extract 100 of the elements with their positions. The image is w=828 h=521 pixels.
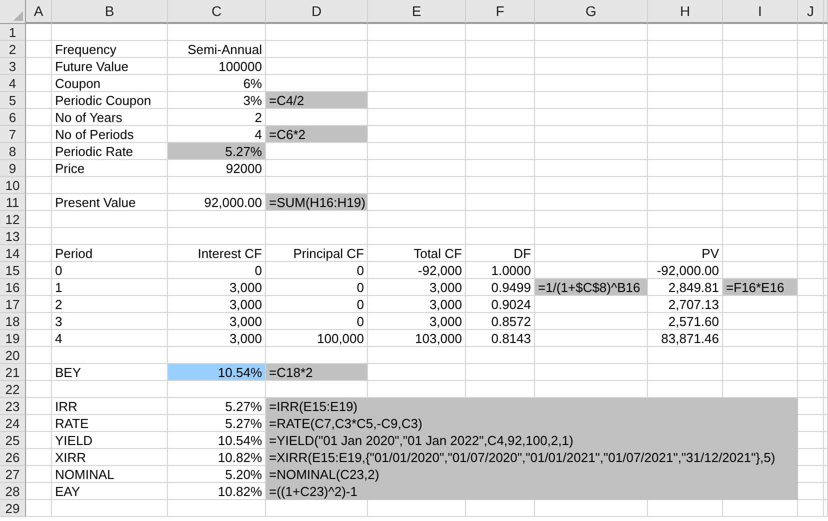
empty-cell [466,109,535,126]
empty-cell [466,41,535,58]
row-header[interactable]: 26 [0,449,26,466]
row-header[interactable]: 2 [0,41,26,58]
column-header[interactable]: H [648,0,723,24]
empty-cell [798,109,824,126]
table-cell: 3 [52,313,168,330]
row-header[interactable]: 5 [0,92,26,109]
table-cell: 103,000 [368,330,466,347]
empty-cell [466,126,535,143]
row-header[interactable]: 4 [0,75,26,92]
table-cell: 6% [168,75,266,92]
empty-cell [798,211,824,228]
empty-cell [466,160,535,177]
row-header[interactable]: 3 [0,58,26,75]
empty-cell [466,58,535,75]
empty-cell [798,194,824,211]
table-cell: 100000 [168,58,266,75]
table-cell: 0.8143 [466,330,535,347]
row-header[interactable]: 6 [0,109,26,126]
column-header[interactable]: B [52,0,168,24]
empty-cell [798,24,824,41]
row-header[interactable]: 1 [0,24,26,41]
table-cell: 2,707.13 [648,296,723,313]
table-cell: Present Value [52,194,168,211]
table-cell: 0.9024 [466,296,535,313]
column-header[interactable]: I [723,0,798,24]
table-cell: 3,000 [368,313,466,330]
column-header[interactable]: E [368,0,466,24]
column-header[interactable]: A [26,0,52,24]
empty-cell [466,500,535,517]
table-cell: 3,000 [168,296,266,313]
table-cell: Periodic Coupon [52,92,168,109]
table-cell: Period [52,245,168,262]
row-header[interactable]: 11 [0,194,26,211]
empty-cell [798,245,824,262]
table-cell: 5.27% [168,143,266,160]
table-cell: 0 [266,296,368,313]
row-header[interactable]: 13 [0,228,26,245]
row-header[interactable]: 7 [0,126,26,143]
row-header[interactable]: 25 [0,432,26,449]
empty-cell [466,24,535,41]
table-cell: =1/(1+$C$8)^B16 [535,279,648,296]
table-cell: 3,000 [168,279,266,296]
table-cell: 2,571.60 [648,313,723,330]
table-cell: -92,000.00 [648,262,723,279]
row-header[interactable]: 23 [0,398,26,415]
empty-cell [798,143,824,160]
empty-cell [798,262,824,279]
table-cell: RATE [52,415,168,432]
table-cell: EAY [52,483,168,500]
table-cell: 1.0000 [466,262,535,279]
table-cell: NOMINAL [52,466,168,483]
select-all-icon[interactable] [13,11,23,21]
table-cell: 3,000 [368,279,466,296]
empty-cell [466,75,535,92]
empty-cell [798,364,824,381]
row-header[interactable]: 18 [0,313,26,330]
row-header[interactable]: 22 [0,381,26,398]
row-header[interactable]: 16 [0,279,26,296]
row-header[interactable]: 9 [0,160,26,177]
row-header[interactable]: 10 [0,177,26,194]
row-header[interactable]: 21 [0,364,26,381]
table-cell: =IRR(E15:E19) [266,398,798,415]
row-header[interactable]: 19 [0,330,26,347]
table-cell: DF [466,245,535,262]
table-cell: =SUM(H16:H19) [266,194,368,211]
empty-cell [798,92,824,109]
column-header[interactable]: C [168,0,266,24]
empty-cell [798,296,824,313]
row-header[interactable]: 8 [0,143,26,160]
empty-cell [798,160,824,177]
row-header[interactable]: 20 [0,347,26,364]
table-cell: 92000 [168,160,266,177]
row-header[interactable]: 27 [0,466,26,483]
empty-cell [466,228,535,245]
column-header[interactable]: F [466,0,535,24]
table-cell: =C4/2 [266,92,368,109]
table-cell: =C18*2 [266,364,368,381]
row-header[interactable]: 29 [0,500,26,517]
column-header[interactable]: G [535,0,648,24]
table-cell: =RATE(C7,C3*C5,-C9,C3) [266,415,798,432]
row-header[interactable]: 17 [0,296,26,313]
table-cell: 0 [266,313,368,330]
row-header[interactable]: 14 [0,245,26,262]
table-cell: -92,000 [368,262,466,279]
table-cell: Total CF [368,245,466,262]
table-cell: 0 [52,262,168,279]
row-header[interactable]: 24 [0,415,26,432]
empty-cell [798,75,824,92]
column-header[interactable]: J [798,0,824,24]
table-cell: 100,000 [266,330,368,347]
row-header[interactable]: 15 [0,262,26,279]
row-header[interactable]: 28 [0,483,26,500]
empty-cell [798,381,824,398]
row-header[interactable]: 12 [0,211,26,228]
empty-cell [466,194,535,211]
table-cell: =F16*E16 [723,279,798,296]
column-header[interactable]: D [266,0,368,24]
table-cell: 1 [52,279,168,296]
